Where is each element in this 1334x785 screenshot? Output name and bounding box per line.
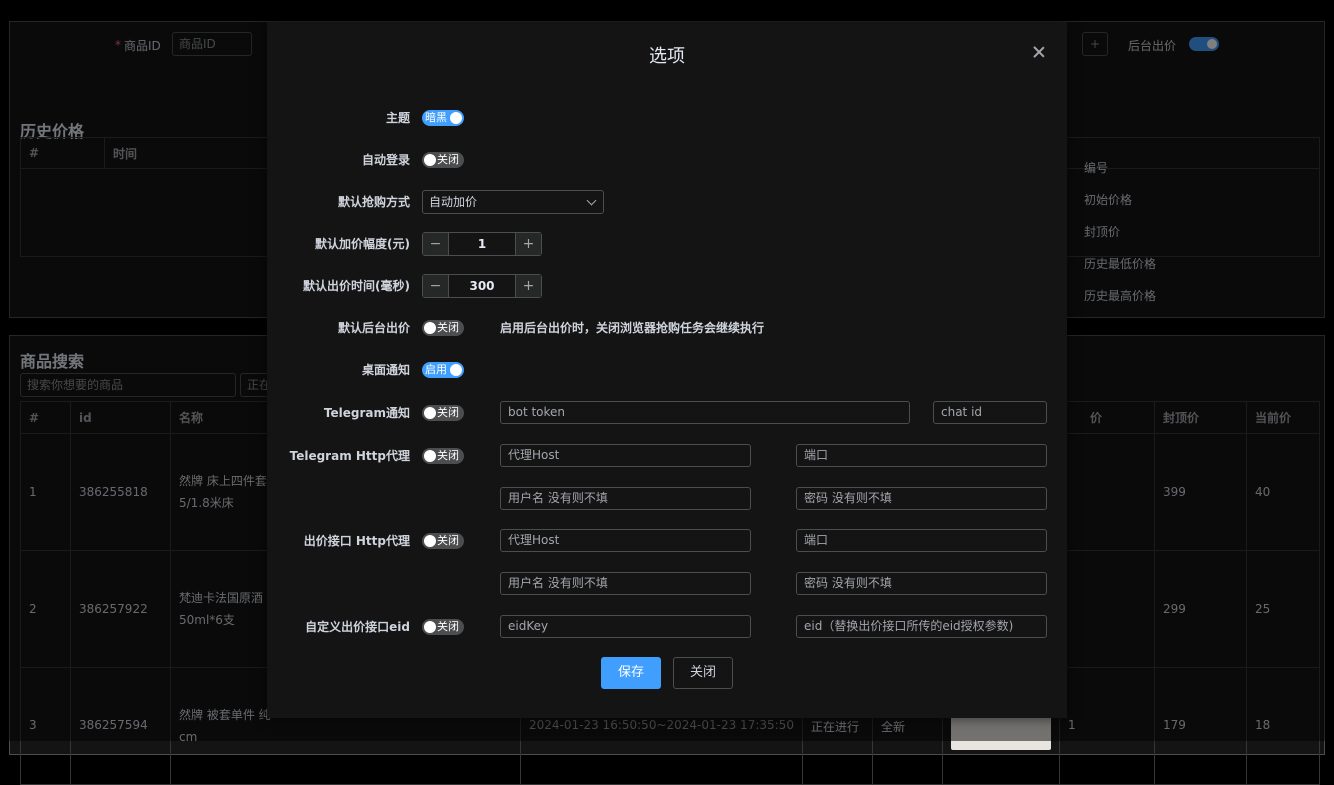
background-bid-label: 默认后台出价	[337, 321, 410, 335]
plus-icon[interactable]: +	[515, 275, 541, 297]
increment-value[interactable]: 1	[449, 233, 515, 255]
background-bid-row: 默认后台出价 关闭 启用后台出价时，关闭浏览器抢购任务会继续执行	[267, 316, 1067, 340]
buy-mode-row: 默认抢购方式 自动加价	[267, 190, 1067, 214]
close-button[interactable]: 关闭	[673, 657, 733, 689]
buy-mode-label: 默认抢购方式	[337, 195, 410, 209]
telegram-switch[interactable]: 关闭	[422, 405, 464, 421]
bot-token-input[interactable]: bot token	[500, 401, 910, 424]
increment-label: 默认加价幅度(元)	[315, 237, 410, 251]
dialog-title: 选项	[649, 46, 685, 67]
bid-proxy-pass-input[interactable]: 密码 没有则不填	[796, 572, 1047, 595]
minus-icon[interactable]: −	[423, 275, 449, 297]
eid-value-input[interactable]: eid（替换出价接口所传的eid授权参数)	[796, 615, 1047, 638]
eid-row: 自定义出价接口eid 关闭 eidKey eid（替换出价接口所传的eid授权参…	[267, 615, 1067, 639]
increment-stepper[interactable]: − 1 +	[422, 232, 542, 256]
telegram-proxy-pass-input[interactable]: 密码 没有则不填	[796, 487, 1047, 510]
bid-proxy-label: 出价接口 Http代理	[303, 534, 410, 548]
save-button[interactable]: 保存	[601, 657, 661, 689]
bid-time-stepper[interactable]: − 300 +	[422, 274, 542, 298]
telegram-proxy-host-input[interactable]: 代理Host	[500, 444, 751, 467]
bid-time-value[interactable]: 300	[449, 275, 515, 297]
eid-key-input[interactable]: eidKey	[500, 615, 751, 638]
bid-proxy-user-input[interactable]: 用户名 没有则不填	[500, 572, 751, 595]
telegram-proxy-label: Telegram Http代理	[289, 449, 410, 463]
eid-label: 自定义出价接口eid	[305, 620, 410, 634]
buy-mode-select[interactable]: 自动加价	[422, 190, 604, 214]
auto-login-row: 自动登录 关闭	[267, 148, 1067, 172]
options-dialog: 选项 主题 暗黑 自动登录 关闭 默认抢购方式 自动加价 默认加价幅度(元) −…	[267, 22, 1067, 718]
theme-label: 主题	[385, 111, 410, 125]
bid-proxy-port-input[interactable]: 端口	[796, 529, 1047, 552]
desktop-notify-label: 桌面通知	[361, 363, 410, 377]
bid-proxy-row: 出价接口 Http代理 关闭 代理Host 端口	[267, 529, 1067, 553]
desktop-notify-switch[interactable]: 启用	[422, 362, 464, 378]
telegram-proxy-switch[interactable]: 关闭	[422, 448, 464, 464]
eid-switch[interactable]: 关闭	[422, 619, 464, 635]
background-bid-switch[interactable]: 关闭	[422, 320, 464, 336]
telegram-proxy-row: Telegram Http代理 关闭 代理Host 端口	[267, 444, 1067, 468]
minus-icon[interactable]: −	[423, 233, 449, 255]
theme-row: 主题 暗黑	[267, 106, 1067, 130]
telegram-proxy-auth-row: 用户名 没有则不填 密码 没有则不填	[267, 487, 1067, 511]
background-bid-hint: 启用后台出价时，关闭浏览器抢购任务会继续执行	[500, 321, 765, 335]
theme-switch[interactable]: 暗黑	[422, 110, 464, 126]
bid-time-label: 默认出价时间(毫秒)	[303, 279, 410, 293]
desktop-notify-row: 桌面通知 启用	[267, 358, 1067, 382]
auto-login-label: 自动登录	[361, 153, 410, 167]
plus-icon[interactable]: +	[515, 233, 541, 255]
auto-login-switch[interactable]: 关闭	[422, 152, 464, 168]
chat-id-input[interactable]: chat id	[933, 401, 1047, 424]
telegram-label: Telegram通知	[323, 406, 410, 420]
bid-proxy-host-input[interactable]: 代理Host	[500, 529, 751, 552]
chevron-down-icon	[586, 195, 597, 206]
telegram-row: Telegram通知 关闭 bot token chat id	[267, 401, 1067, 425]
bid-proxy-auth-row: 用户名 没有则不填 密码 没有则不填	[267, 572, 1067, 596]
telegram-proxy-user-input[interactable]: 用户名 没有则不填	[500, 487, 751, 510]
increment-row: 默认加价幅度(元) − 1 +	[267, 232, 1067, 256]
bid-time-row: 默认出价时间(毫秒) − 300 +	[267, 274, 1067, 298]
telegram-proxy-port-input[interactable]: 端口	[796, 444, 1047, 467]
close-icon[interactable]	[1031, 44, 1047, 60]
bid-proxy-switch[interactable]: 关闭	[422, 533, 464, 549]
